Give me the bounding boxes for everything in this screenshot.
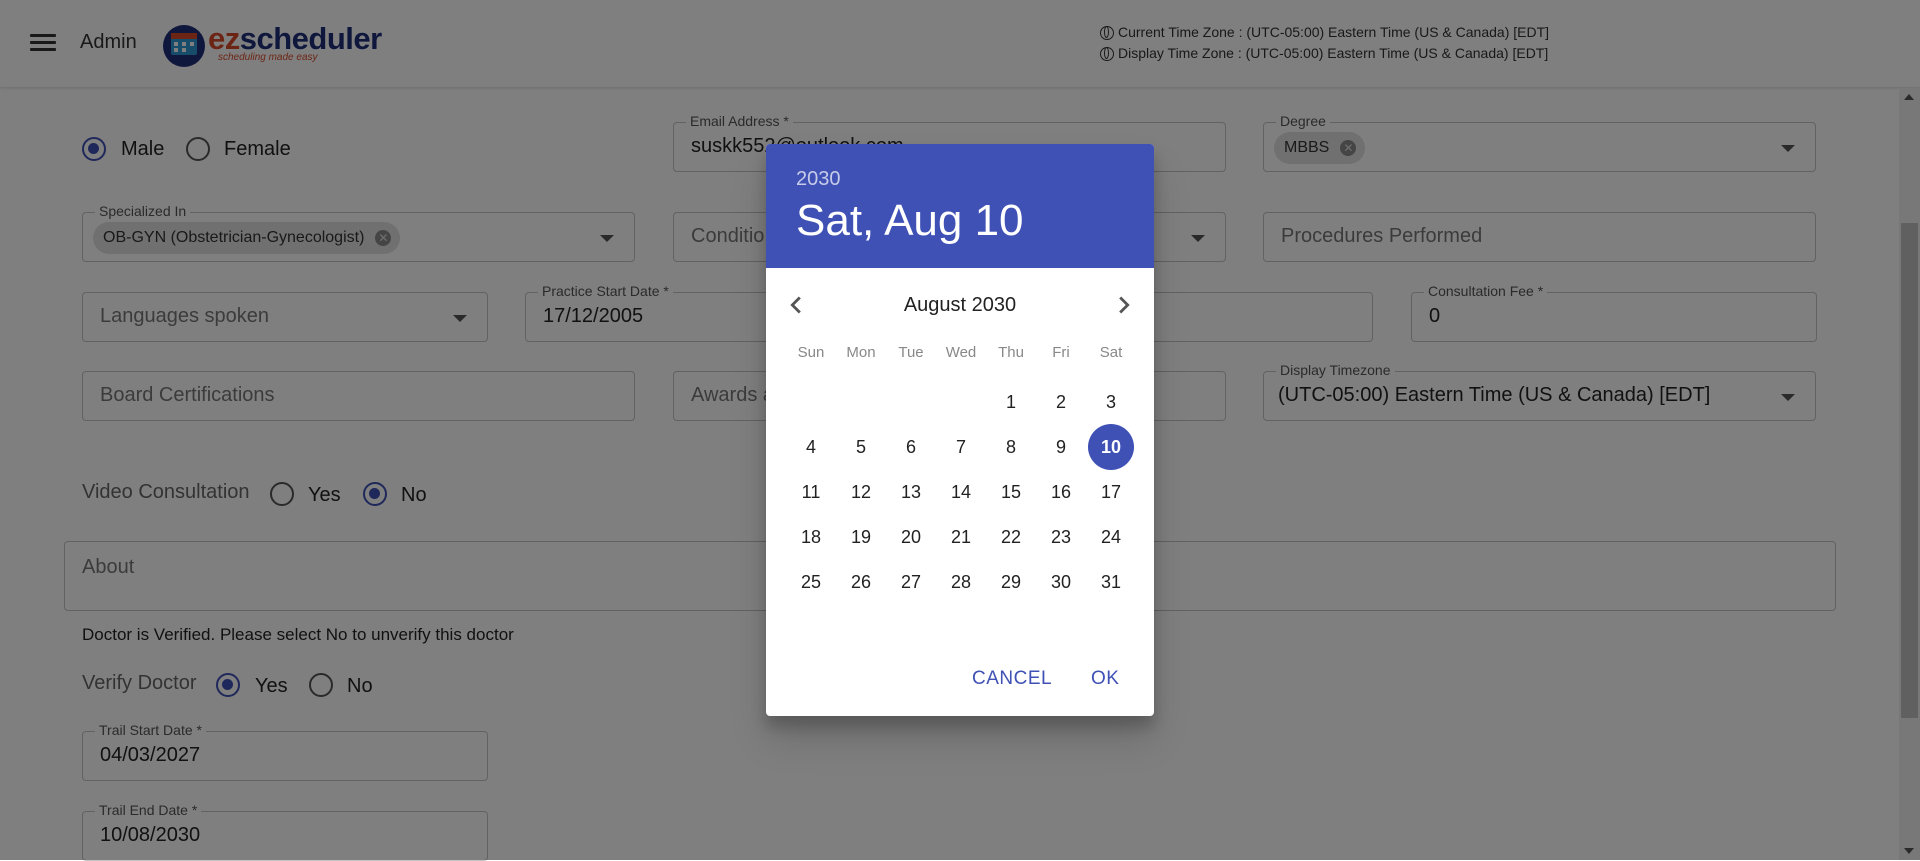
- calendar-day[interactable]: 1: [988, 379, 1034, 425]
- date-picker-dialog: 2030 Sat, Aug 10 August 2030 Sun Mon Tue We…: [766, 144, 1154, 716]
- chevron-right-icon: [1119, 296, 1130, 314]
- calendar-day[interactable]: 9: [1038, 424, 1084, 470]
- calendar-day[interactable]: 31: [1088, 559, 1134, 605]
- calendar-day[interactable]: 29: [988, 559, 1034, 605]
- weekday-label: Sat: [1099, 344, 1123, 361]
- ok-button[interactable]: OK: [1091, 668, 1119, 690]
- calendar-day[interactable]: 22: [988, 514, 1034, 560]
- calendar-day[interactable]: 5: [838, 424, 884, 470]
- calendar-day[interactable]: 21: [938, 514, 984, 560]
- calendar-day[interactable]: 12: [838, 469, 884, 515]
- calendar-day[interactable]: 2: [1038, 379, 1084, 425]
- cancel-button[interactable]: CANCEL: [972, 668, 1052, 690]
- calendar-day[interactable]: 24: [1088, 514, 1134, 560]
- calendar-day[interactable]: 30: [1038, 559, 1084, 605]
- calendar-day[interactable]: 20: [888, 514, 934, 560]
- year-selector[interactable]: 2030: [796, 168, 841, 191]
- weekday-label: Mon: [846, 344, 876, 361]
- calendar-day[interactable]: 19: [838, 514, 884, 560]
- calendar-day[interactable]: 27: [888, 559, 934, 605]
- selected-date-display: Sat, Aug 10: [796, 196, 1024, 245]
- weekday-label: Tue: [898, 344, 924, 361]
- calendar-day-selected[interactable]: 10: [1088, 424, 1134, 470]
- calendar-day[interactable]: 14: [938, 469, 984, 515]
- calendar-day[interactable]: 3: [1088, 379, 1134, 425]
- calendar-day[interactable]: 15: [988, 469, 1034, 515]
- calendar-day[interactable]: 8: [988, 424, 1034, 470]
- calendar-day[interactable]: 16: [1038, 469, 1084, 515]
- weekday-label: Thu: [998, 344, 1024, 361]
- weekday-label: Wed: [945, 344, 977, 361]
- calendar-day[interactable]: 23: [1038, 514, 1084, 560]
- calendar-day[interactable]: 26: [838, 559, 884, 605]
- calendar-day[interactable]: 7: [938, 424, 984, 470]
- date-picker-header: 2030 Sat, Aug 10: [766, 144, 1154, 268]
- calendar-day[interactable]: 4: [788, 424, 834, 470]
- weekday-label: Fri: [1052, 344, 1070, 361]
- calendar-day[interactable]: 18: [788, 514, 834, 560]
- month-label: August 2030: [903, 294, 1017, 316]
- weekday-label: Sun: [797, 344, 825, 361]
- calendar-day[interactable]: 13: [888, 469, 934, 515]
- calendar-day[interactable]: 17: [1088, 469, 1134, 515]
- calendar-day[interactable]: 25: [788, 559, 834, 605]
- next-month-button[interactable]: [1107, 288, 1141, 322]
- calendar-day[interactable]: 28: [938, 559, 984, 605]
- calendar-day[interactable]: 6: [888, 424, 934, 470]
- calendar-day[interactable]: 11: [788, 469, 834, 515]
